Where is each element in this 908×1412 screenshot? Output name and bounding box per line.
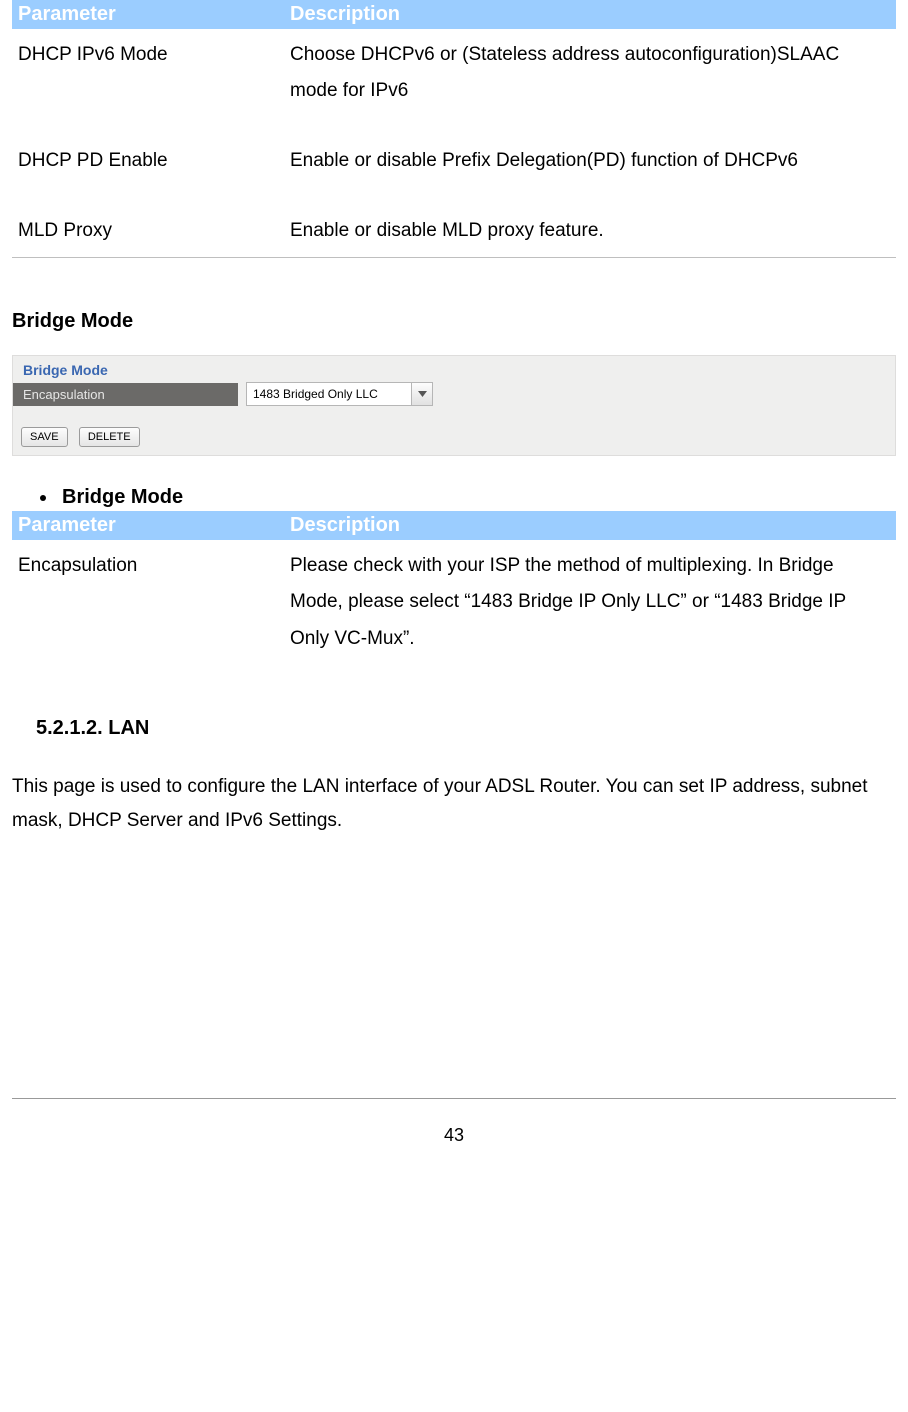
- chevron-down-icon: [411, 383, 432, 405]
- page-number: 43: [12, 1098, 896, 1166]
- panel-title: Bridge Mode: [13, 356, 895, 380]
- encapsulation-row: Encapsulation 1483 Bridged Only LLC: [13, 382, 895, 406]
- param-cell: Encapsulation: [12, 540, 284, 664]
- table-row: DHCP PD Enable Enable or disable Prefix …: [12, 135, 896, 187]
- table-header-parameter: Parameter: [12, 0, 284, 29]
- save-button[interactable]: SAVE: [21, 427, 68, 447]
- lan-paragraph: This page is used to configure the LAN i…: [12, 770, 896, 838]
- encapsulation-select[interactable]: 1483 Bridged Only LLC: [246, 382, 433, 406]
- ipv6-params-table: Parameter Description DHCP IPv6 Mode Cho…: [12, 0, 896, 257]
- encapsulation-label: Encapsulation: [13, 383, 238, 406]
- table-header-description: Description: [284, 511, 896, 540]
- param-cell: DHCP IPv6 Mode: [12, 29, 284, 117]
- desc-cell: Please check with your ISP the method of…: [284, 540, 896, 664]
- bridge-mode-heading: Bridge Mode: [12, 310, 896, 333]
- bullet-item: Bridge Mode: [58, 486, 896, 509]
- table-row: MLD Proxy Enable or disable MLD proxy fe…: [12, 205, 896, 257]
- desc-cell: Choose DHCPv6 or (Stateless address auto…: [284, 29, 896, 117]
- desc-cell: Enable or disable MLD proxy feature.: [284, 205, 896, 257]
- lan-subsection-heading: 5.2.1.2. LAN: [36, 717, 896, 740]
- bridge-params-table: Parameter Description Encapsulation Plea…: [12, 511, 896, 664]
- table-header-description: Description: [284, 0, 896, 29]
- table-row: Encapsulation Please check with your ISP…: [12, 540, 896, 664]
- desc-cell: Enable or disable Prefix Delegation(PD) …: [284, 135, 896, 187]
- select-value: 1483 Bridged Only LLC: [247, 387, 411, 401]
- divider: [12, 257, 896, 258]
- table-row: DHCP IPv6 Mode Choose DHCPv6 or (Statele…: [12, 29, 896, 117]
- table-header-parameter: Parameter: [12, 511, 284, 540]
- param-cell: MLD Proxy: [12, 205, 284, 257]
- delete-button[interactable]: DELETE: [79, 427, 140, 447]
- bridge-mode-panel: Bridge Mode Encapsulation 1483 Bridged O…: [12, 355, 896, 456]
- bridge-mode-bullet: Bridge Mode: [12, 486, 896, 509]
- param-cell: DHCP PD Enable: [12, 135, 284, 187]
